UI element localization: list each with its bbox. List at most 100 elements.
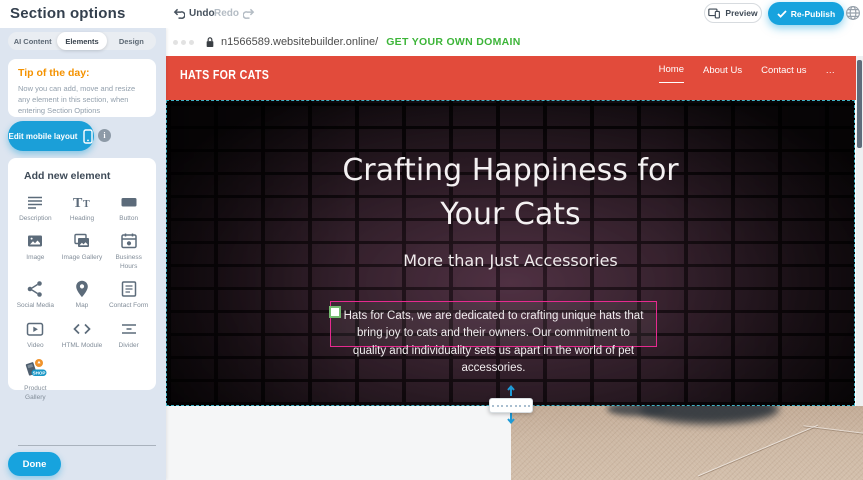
undo-icon xyxy=(172,7,185,19)
page-title: Section options xyxy=(10,5,126,22)
element-drag-handle[interactable] xyxy=(329,306,341,318)
element-label: Map xyxy=(76,302,89,310)
resize-grip-handle[interactable] xyxy=(489,398,533,413)
get-domain-link[interactable]: GET YOUR OWN DOMAIN xyxy=(386,36,520,48)
site-url[interactable]: n1566589.websitebuilder.online/ xyxy=(221,36,378,48)
element-item-html-module[interactable]: HTML Module xyxy=(59,317,106,352)
element-label: Product Gallery xyxy=(13,385,57,402)
element-label: Divider xyxy=(119,342,139,350)
tip-of-the-day-card: Tip of the day: Now you can add, move an… xyxy=(8,59,156,117)
element-label: HTML Module xyxy=(62,342,103,350)
undo-label: Undo xyxy=(189,8,215,19)
hero-heading[interactable]: Crafting Happiness for Your Cats xyxy=(326,149,696,236)
add-new-element-panel: Add new element Description TT Heading B… xyxy=(8,158,156,390)
site-header: HATS FOR CATS Home About Us Contact us … xyxy=(166,56,857,100)
divider-icon xyxy=(119,319,139,339)
sidebar-tabs: AI Content Elements Design xyxy=(8,32,156,50)
section-resize-widget[interactable] xyxy=(489,384,533,425)
contact-form-icon xyxy=(119,279,139,299)
pavement-joint-line xyxy=(698,425,818,477)
element-item-image[interactable]: Image xyxy=(12,229,59,273)
nav-more-menu-icon[interactable]: … xyxy=(826,65,836,83)
video-icon xyxy=(25,319,45,339)
hero-body-text: Hats for Cats, we are dedicated to craft… xyxy=(344,310,644,374)
preview-button[interactable]: Preview xyxy=(704,3,762,23)
element-item-divider[interactable]: Divider xyxy=(105,317,152,352)
image-gallery-icon xyxy=(72,231,92,251)
heading-icon: TT xyxy=(72,192,92,212)
next-section-image[interactable] xyxy=(511,406,863,480)
redo-button[interactable]: Redo xyxy=(214,7,256,19)
check-icon xyxy=(777,10,787,18)
hero-text-box-selected[interactable]: Hats for Cats, we are dedicated to craft… xyxy=(330,301,657,347)
window-control-dots xyxy=(173,40,194,45)
tab-design[interactable]: Design xyxy=(107,32,156,50)
ssl-lock-icon xyxy=(205,36,215,48)
tab-ai-content[interactable]: AI Content xyxy=(8,32,57,50)
business-hours-icon xyxy=(119,231,139,251)
preview-label: Preview xyxy=(725,8,757,18)
nav-item-about-us[interactable]: About Us xyxy=(703,65,742,83)
element-item-button[interactable]: Button xyxy=(105,190,152,225)
redo-icon xyxy=(243,7,256,19)
edit-mobile-label: Edit mobile layout xyxy=(9,132,78,141)
map-pin-icon xyxy=(72,279,92,299)
element-item-image-gallery[interactable]: Image Gallery xyxy=(59,229,106,273)
element-label: Button xyxy=(119,215,138,223)
element-item-video[interactable]: Video xyxy=(12,317,59,352)
undo-button[interactable]: Undo xyxy=(172,7,215,19)
social-media-icon xyxy=(25,279,45,299)
html-module-icon xyxy=(72,319,92,339)
republish-button[interactable]: Re-Publish xyxy=(768,2,844,25)
button-icon xyxy=(119,192,139,212)
svg-text:T: T xyxy=(83,199,90,210)
pavement-joint-line xyxy=(803,425,863,435)
element-item-product-gallery[interactable]: SHOP Product Gallery xyxy=(12,356,59,404)
hero-subheading[interactable]: More than Just Accessories xyxy=(403,251,618,270)
sidebar: AI Content Elements Design Tip of the da… xyxy=(0,28,166,480)
nav-item-contact-us[interactable]: Contact us xyxy=(761,65,806,83)
element-label: Heading xyxy=(70,215,94,223)
preview-scrollbar-thumb[interactable] xyxy=(857,60,862,148)
description-icon xyxy=(25,192,45,212)
tab-elements[interactable]: Elements xyxy=(57,32,106,50)
tip-title: Tip of the day: xyxy=(18,67,146,79)
svg-text:T: T xyxy=(73,196,83,211)
preview-scrollbar-track xyxy=(856,56,863,406)
element-item-description[interactable]: Description xyxy=(12,190,59,225)
element-item-map[interactable]: Map xyxy=(59,277,106,312)
edit-mobile-layout-button[interactable]: Edit mobile layout xyxy=(8,121,94,151)
browser-address-bar: n1566589.websitebuilder.online/ GET YOUR… xyxy=(166,28,863,56)
element-label: Image Gallery xyxy=(62,254,102,262)
image-icon xyxy=(25,231,45,251)
language-globe-icon[interactable] xyxy=(845,5,861,21)
info-icon[interactable]: i xyxy=(98,129,111,142)
element-label: Image xyxy=(26,254,44,262)
nav-item-home[interactable]: Home xyxy=(659,64,684,83)
hero-section[interactable]: Crafting Happiness for Your Cats More th… xyxy=(166,100,855,406)
sidebar-divider xyxy=(18,445,156,446)
devices-icon xyxy=(708,8,721,19)
next-section-background[interactable] xyxy=(166,406,511,480)
done-button[interactable]: Done xyxy=(8,452,61,476)
element-label: Social Media xyxy=(17,302,54,310)
shop-badge-label: SHOP xyxy=(33,371,46,376)
element-label: Business Hours xyxy=(107,254,151,271)
element-item-social-media[interactable]: Social Media xyxy=(12,277,59,312)
element-item-business-hours[interactable]: Business Hours xyxy=(105,229,152,273)
top-toolbar: Section options Undo Redo Preview Re-Pub… xyxy=(0,0,863,28)
redo-label: Redo xyxy=(214,8,239,19)
element-label: Description xyxy=(19,215,52,223)
element-item-contact-form[interactable]: Contact Form xyxy=(105,277,152,312)
republish-label: Re-Publish xyxy=(791,9,835,19)
mobile-phone-icon xyxy=(83,129,93,144)
site-nav: Home About Us Contact us … xyxy=(659,64,835,83)
add-panel-title: Add new element xyxy=(24,170,152,182)
element-label: Video xyxy=(27,342,44,350)
site-logo[interactable]: HATS FOR CATS xyxy=(180,67,269,82)
element-item-heading[interactable]: TT Heading xyxy=(59,190,106,225)
element-label: Contact Form xyxy=(109,302,148,310)
tip-body: Now you can add, move and resize any ele… xyxy=(18,84,146,117)
element-grid: Description TT Heading Button Image Imag… xyxy=(12,190,152,404)
product-gallery-icon: SHOP xyxy=(22,358,48,382)
